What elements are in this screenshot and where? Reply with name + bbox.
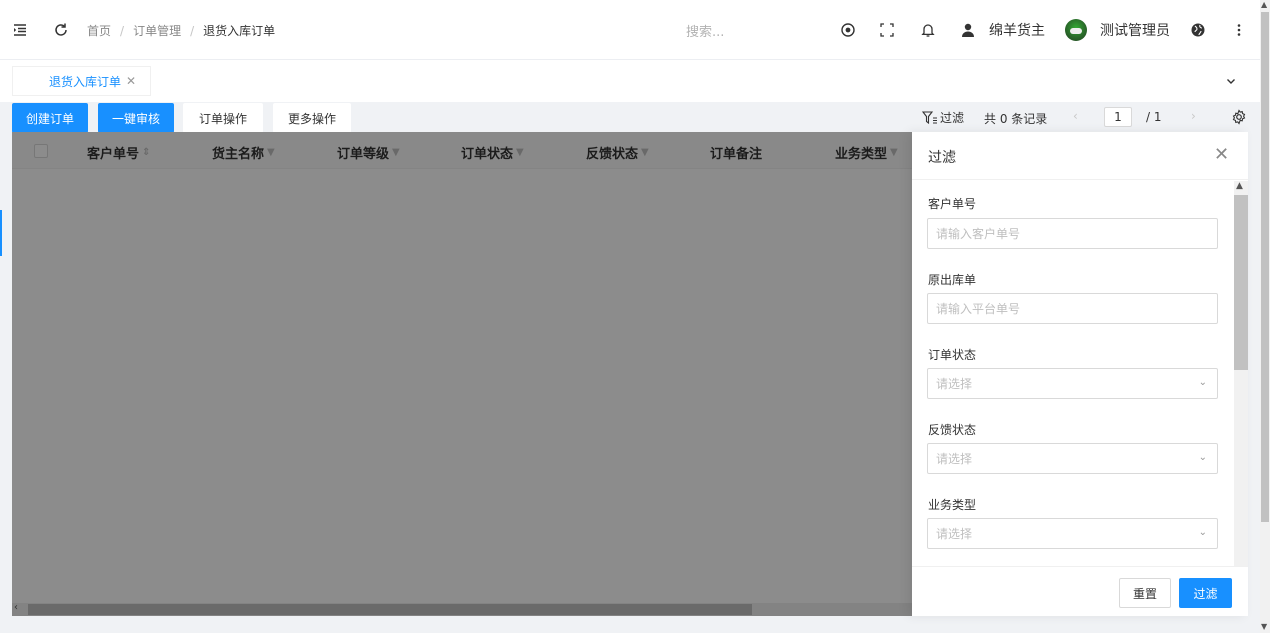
order-status-select[interactable]: 请选择 ⌄ — [927, 368, 1218, 399]
feedback-status-select[interactable]: 请选择 ⌄ — [927, 443, 1218, 474]
bell-icon[interactable] — [918, 20, 938, 40]
avatar[interactable] — [1065, 19, 1087, 41]
drawer-mask[interactable] — [12, 132, 912, 616]
records-count: 共 0 条记录 — [984, 112, 1048, 126]
sidebar-active-indicator — [0, 210, 2, 256]
filter-toggle[interactable]: 过滤 — [922, 109, 964, 126]
scrollbar-thumb[interactable] — [28, 604, 752, 615]
scroll-up-icon[interactable]: ▲ — [1236, 181, 1243, 191]
user-icon — [958, 20, 978, 40]
original-outbound-label: 原出库单 — [928, 273, 977, 287]
order-status-label: 订单状态 — [928, 348, 977, 362]
more-operations-button[interactable]: 更多操作 — [273, 103, 351, 133]
current-page-input[interactable]: 1 — [1104, 107, 1132, 127]
order-operations-button[interactable]: 订单操作 — [183, 103, 263, 133]
drawer-scrollbar[interactable]: ▲ — [1234, 181, 1248, 566]
close-icon[interactable]: ✕ — [126, 74, 136, 88]
search-input[interactable]: 搜索... — [686, 21, 724, 40]
horizontal-scrollbar[interactable]: ‹ — [12, 602, 912, 616]
scrollbar-thumb[interactable] — [1234, 195, 1248, 370]
chevron-down-icon: ⌄ — [1198, 377, 1207, 388]
filter-icon — [922, 110, 937, 124]
select-placeholder: 请选择 — [936, 452, 973, 466]
page-scrollbar[interactable]: ▲ ▼ — [1260, 0, 1270, 633]
more-vertical-icon[interactable] — [1229, 20, 1249, 40]
refresh-icon[interactable] — [51, 20, 71, 40]
breadcrumb: 首页 / 订单管理 / 退货入库订单 — [87, 22, 275, 39]
owner-name[interactable]: 绵羊货主 — [989, 20, 1045, 40]
scroll-left-icon[interactable]: ‹ — [14, 602, 18, 613]
one-click-audit-button[interactable]: 一键审核 — [98, 103, 174, 133]
breadcrumb-current: 退货入库订单 — [203, 24, 276, 38]
breadcrumb-separator: / — [120, 23, 125, 38]
breadcrumb-order-management[interactable]: 订单管理 — [133, 22, 181, 39]
drawer-header: 过滤 ✕ — [912, 132, 1248, 180]
feedback-status-label: 反馈状态 — [928, 423, 977, 437]
drawer-body: 客户单号 请输入客户单号 原出库单 请输入平台单号 订单状态 请选择 ⌄ 反馈状… — [912, 181, 1248, 566]
user-name[interactable]: 测试管理员 — [1100, 20, 1170, 40]
total-pages: / 1 — [1146, 110, 1162, 124]
prev-page-icon[interactable]: ‹ — [1073, 109, 1078, 123]
close-icon[interactable]: ✕ — [1214, 144, 1229, 165]
customer-no-label: 客户单号 — [928, 197, 977, 211]
breadcrumb-separator: / — [190, 23, 195, 38]
scroll-up-icon[interactable]: ▲ — [1261, 0, 1267, 9]
reset-button[interactable]: 重置 — [1119, 578, 1171, 608]
menu-fold-icon[interactable] — [10, 20, 30, 40]
scroll-down-icon[interactable]: ▼ — [1261, 622, 1267, 631]
fullscreen-icon[interactable] — [877, 20, 897, 40]
drawer-footer: 重置 过滤 — [912, 566, 1248, 616]
settings-gear-icon[interactable] — [1229, 107, 1249, 127]
breadcrumb-home[interactable]: 首页 — [87, 22, 111, 39]
filter-label: 过滤 — [940, 111, 965, 125]
business-type-select[interactable]: 请选择 ⌄ — [927, 518, 1218, 549]
globe-icon[interactable] — [1188, 20, 1208, 40]
chevron-down-icon: ⌄ — [1198, 452, 1207, 463]
tabs-dropdown-chevron-icon[interactable] — [1218, 68, 1244, 94]
tab-return-inbound-order[interactable]: 退货入库订单 ✕ — [12, 66, 151, 96]
tab-label: 退货入库订单 — [49, 74, 122, 89]
next-page-icon[interactable]: › — [1191, 109, 1196, 123]
business-type-label: 业务类型 — [928, 498, 977, 512]
top-header: 首页 / 订单管理 / 退货入库订单 搜索... 绵羊货主 测试管理员 — [0, 0, 1260, 60]
toolbar: 创建订单 一键审核 订单操作 更多操作 — [0, 102, 1260, 133]
tab-bar: 退货入库订单 ✕ — [0, 60, 1260, 102]
original-outbound-input[interactable]: 请输入平台单号 — [927, 293, 1218, 324]
select-placeholder: 请选择 — [936, 527, 973, 541]
apply-filter-button[interactable]: 过滤 — [1179, 578, 1232, 608]
drawer-title: 过滤 — [928, 150, 956, 166]
select-placeholder: 请选择 — [936, 377, 973, 391]
scrollbar-thumb[interactable] — [1261, 12, 1269, 522]
target-icon[interactable] — [838, 20, 858, 40]
customer-no-input[interactable]: 请输入客户单号 — [927, 218, 1218, 249]
create-order-button[interactable]: 创建订单 — [12, 103, 88, 133]
filter-drawer: 过滤 ✕ 客户单号 请输入客户单号 原出库单 请输入平台单号 订单状态 请选择 … — [912, 132, 1248, 616]
chevron-down-icon: ⌄ — [1198, 527, 1207, 538]
